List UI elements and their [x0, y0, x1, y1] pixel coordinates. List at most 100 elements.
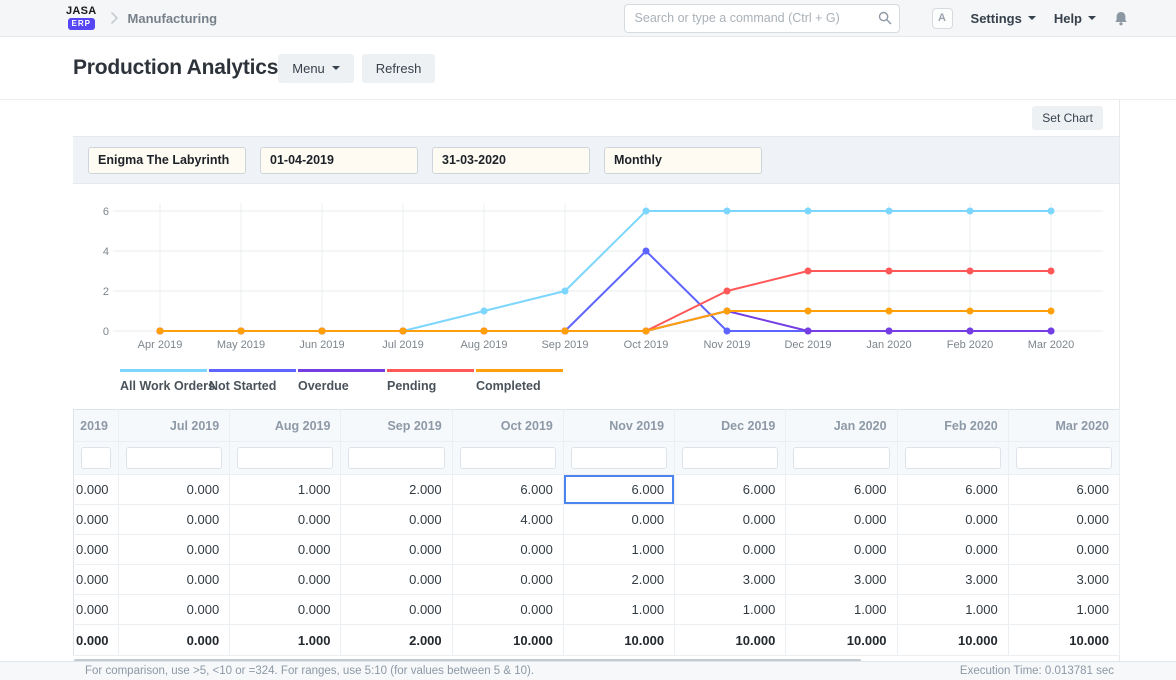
table-cell[interactable]: 0.000: [675, 505, 786, 535]
table-cell[interactable]: 0.000: [230, 505, 341, 535]
table-cell[interactable]: 0.000: [119, 565, 230, 595]
search-input[interactable]: [624, 4, 900, 33]
svg-text:Feb 2020: Feb 2020: [947, 339, 993, 351]
legend-label: Not Started: [209, 379, 298, 393]
table-cell[interactable]: 6.000: [897, 475, 1008, 505]
column-filter-input[interactable]: [348, 447, 444, 469]
column-header-sep-2019[interactable]: Sep 2019: [341, 410, 452, 442]
table-cell[interactable]: 0.000: [341, 505, 452, 535]
legend-item-not-started: Not Started: [209, 369, 298, 393]
from-date-filter[interactable]: [260, 147, 418, 174]
avatar[interactable]: A: [932, 8, 953, 29]
table-cell[interactable]: 0.000: [341, 535, 452, 565]
table-cell[interactable]: 1.000: [563, 535, 674, 565]
table-cell[interactable]: 0.000: [341, 595, 452, 625]
production-item-filter[interactable]: [88, 147, 246, 174]
table-cell[interactable]: 0.000: [1008, 535, 1119, 565]
column-header-dec-2019[interactable]: Dec 2019: [675, 410, 786, 442]
table-cell[interactable]: 0.000: [74, 505, 119, 535]
chart-dot: [481, 328, 488, 335]
table-cell[interactable]: 3.000: [1008, 565, 1119, 595]
table-cell[interactable]: 0.000: [563, 505, 674, 535]
table-cell[interactable]: 4.000: [452, 505, 563, 535]
table-cell[interactable]: 0.000: [452, 535, 563, 565]
table-cell[interactable]: 1.000: [675, 595, 786, 625]
column-filter-input[interactable]: [905, 447, 1001, 469]
legend-color-bar: [209, 369, 296, 372]
column-header-oct-2019[interactable]: Oct 2019: [452, 410, 563, 442]
table-cell[interactable]: 0.000: [897, 505, 1008, 535]
chart-dot: [643, 328, 650, 335]
menu-button[interactable]: Menu: [278, 54, 354, 83]
range-filter[interactable]: [604, 147, 762, 174]
table-cell[interactable]: 0.000: [230, 565, 341, 595]
notifications-bell-icon[interactable]: [1114, 11, 1128, 26]
table-cell[interactable]: 6.000: [452, 475, 563, 505]
table-cell[interactable]: 1.000: [1008, 595, 1119, 625]
column-header-jan-2020[interactable]: Jan 2020: [786, 410, 897, 442]
table-cell[interactable]: 6.000: [563, 475, 674, 505]
help-label: Help: [1054, 11, 1082, 26]
table-cell[interactable]: 0.000: [1008, 505, 1119, 535]
table-cell[interactable]: 0.000: [897, 535, 1008, 565]
table-cell[interactable]: 0.000: [675, 535, 786, 565]
table-cell[interactable]: 1.000: [786, 595, 897, 625]
column-header-mar-2020[interactable]: Mar 2020: [1008, 410, 1119, 442]
column-filter-input[interactable]: [793, 447, 889, 469]
refresh-button[interactable]: Refresh: [362, 54, 436, 83]
column-header-feb-2020[interactable]: Feb 2020: [897, 410, 1008, 442]
column-filter-input[interactable]: [237, 447, 333, 469]
table-cell[interactable]: 6.000: [675, 475, 786, 505]
table-cell[interactable]: 0.000: [74, 535, 119, 565]
table-cell[interactable]: 0.000: [74, 565, 119, 595]
breadcrumb-manufacturing[interactable]: Manufacturing: [128, 11, 218, 26]
svg-text:2: 2: [103, 286, 109, 298]
column-header-jul-2019[interactable]: Jul 2019: [119, 410, 230, 442]
table-cell[interactable]: 0.000: [119, 535, 230, 565]
table-cell[interactable]: 0.000: [341, 565, 452, 595]
svg-text:0: 0: [103, 326, 109, 338]
chart-dot: [1048, 328, 1055, 335]
table-cell[interactable]: 0.000: [119, 595, 230, 625]
table-cell[interactable]: 2.000: [341, 475, 452, 505]
app-logo[interactable]: JASA ERP: [66, 6, 97, 30]
column-filter-input[interactable]: [682, 447, 778, 469]
column-filter-input[interactable]: [571, 447, 667, 469]
table-cell[interactable]: 0.000: [119, 475, 230, 505]
table-cell[interactable]: 3.000: [675, 565, 786, 595]
column-header-jun-2019[interactable]: Jun 2019: [74, 410, 119, 442]
svg-text:Nov 2019: Nov 2019: [703, 339, 750, 351]
column-filter-input[interactable]: [460, 447, 556, 469]
table-cell[interactable]: 0.000: [786, 505, 897, 535]
table-cell[interactable]: 0.000: [119, 505, 230, 535]
table-cell[interactable]: 1.000: [563, 595, 674, 625]
table-cell[interactable]: 0.000: [452, 595, 563, 625]
chart-dot: [967, 308, 974, 315]
column-filter-input[interactable]: [81, 447, 111, 469]
column-header-aug-2019[interactable]: Aug 2019: [230, 410, 341, 442]
set-chart-button[interactable]: Set Chart: [1032, 106, 1103, 130]
chart-dot: [805, 208, 812, 215]
table-cell[interactable]: 0.000: [786, 535, 897, 565]
table-cell[interactable]: 0.000: [230, 535, 341, 565]
table-cell[interactable]: 2.000: [563, 565, 674, 595]
table-cell[interactable]: 0.000: [74, 595, 119, 625]
table-cell[interactable]: 0.000: [452, 565, 563, 595]
table-cell[interactable]: 3.000: [897, 565, 1008, 595]
table-cell[interactable]: 3.000: [786, 565, 897, 595]
help-menu[interactable]: Help: [1054, 11, 1096, 26]
table-cell[interactable]: 1.000: [897, 595, 1008, 625]
table-cell[interactable]: 1.000: [230, 475, 341, 505]
table-cell[interactable]: 6.000: [1008, 475, 1119, 505]
column-header-nov-2019[interactable]: Nov 2019: [563, 410, 674, 442]
column-filter-input[interactable]: [1016, 447, 1112, 469]
table-cell[interactable]: 6.000: [786, 475, 897, 505]
settings-menu[interactable]: Settings: [971, 11, 1036, 26]
svg-text:Jan 2020: Jan 2020: [866, 339, 911, 351]
chart-dot: [805, 328, 812, 335]
column-filter-input[interactable]: [126, 447, 222, 469]
to-date-filter[interactable]: [432, 147, 590, 174]
table-cell[interactable]: 0.000: [74, 475, 119, 505]
table-cell[interactable]: 0.000: [230, 595, 341, 625]
total-cell: 0.000: [74, 625, 119, 656]
